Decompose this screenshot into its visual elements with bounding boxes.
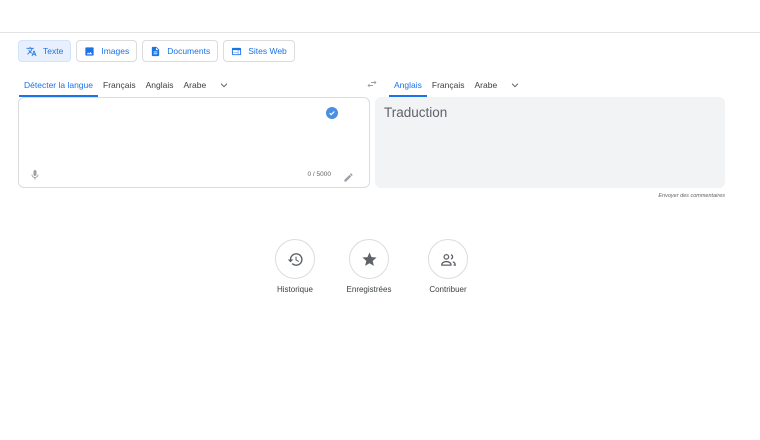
image-icon <box>84 46 95 57</box>
star-icon <box>361 251 377 266</box>
document-icon <box>150 46 161 57</box>
mode-images-button[interactable]: Images <box>76 40 138 62</box>
people-icon <box>440 253 456 266</box>
history-action[interactable]: Historique <box>255 239 335 294</box>
contribute-button[interactable] <box>428 239 468 279</box>
contribute-action[interactable]: Contribuer <box>408 239 488 294</box>
mode-text-button[interactable]: Texte <box>18 40 72 62</box>
mode-websites-button[interactable]: Sites Web <box>223 40 295 62</box>
microphone-button[interactable] <box>29 168 41 180</box>
history-icon <box>287 252 303 266</box>
character-counter: 0 / 5000 <box>307 171 332 178</box>
handwriting-button[interactable] <box>343 170 354 182</box>
check-icon <box>326 107 338 119</box>
translate-icon <box>26 46 37 57</box>
mode-text-label: Texte <box>43 46 64 56</box>
source-more-languages-button[interactable] <box>211 72 237 97</box>
tab-source-francais[interactable]: Français <box>98 72 141 97</box>
saved-label: Enregistrées <box>346 285 392 294</box>
source-language-bar: Détecter la langue Français Anglais Arab… <box>19 72 369 97</box>
top-bar <box>0 0 760 33</box>
swap-icon <box>367 80 377 88</box>
saved-button[interactable] <box>349 239 389 279</box>
chevron-down-icon <box>511 82 519 87</box>
contribute-label: Contribuer <box>429 285 467 294</box>
target-language-bar: Anglais Français Arabe <box>389 72 725 97</box>
microphone-icon <box>31 170 39 180</box>
saved-action[interactable]: Enregistrées <box>329 239 409 294</box>
history-button[interactable] <box>275 239 315 279</box>
send-feedback-link[interactable]: Envoyer des commentaires <box>658 193 725 199</box>
mode-websites-label: Sites Web <box>248 46 287 56</box>
tab-detect-language[interactable]: Détecter la langue <box>19 72 98 97</box>
web-icon <box>231 46 242 57</box>
tab-source-arabe[interactable]: Arabe <box>178 72 211 97</box>
mode-tabs: Texte Images Documents Sites Web <box>18 40 295 62</box>
chevron-down-icon <box>220 82 228 87</box>
translation-placeholder: Traduction <box>384 105 448 120</box>
mode-images-label: Images <box>101 46 130 56</box>
target-more-languages-button[interactable] <box>502 72 528 97</box>
tab-target-anglais[interactable]: Anglais <box>389 72 427 97</box>
swap-languages-button[interactable] <box>364 77 380 91</box>
history-label: Historique <box>276 285 313 294</box>
tab-target-francais[interactable]: Français <box>427 72 470 97</box>
mode-documents-button[interactable]: Documents <box>142 40 219 62</box>
source-text-input[interactable]: 0 / 5000 <box>18 97 370 188</box>
mode-documents-label: Documents <box>167 46 211 56</box>
tab-target-arabe[interactable]: Arabe <box>469 72 502 97</box>
translation-output: Traduction <box>375 97 725 188</box>
pencil-icon <box>344 173 353 182</box>
tab-source-anglais[interactable]: Anglais <box>141 72 179 97</box>
